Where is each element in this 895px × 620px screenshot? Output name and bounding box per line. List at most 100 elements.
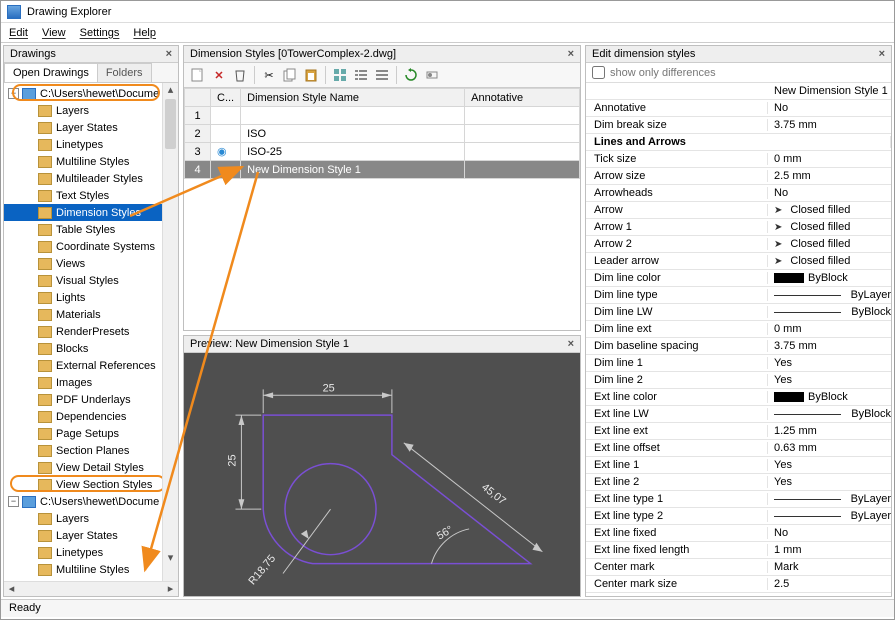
table-row[interactable]: 4New Dimension Style 1: [185, 161, 580, 179]
delete-icon[interactable]: ✕: [209, 65, 229, 85]
tab-open-drawings[interactable]: Open Drawings: [4, 63, 98, 82]
tree-item-section-planes[interactable]: Section Planes: [4, 442, 178, 459]
tree-item-blocks[interactable]: Blocks: [4, 340, 178, 357]
prop-value-cell[interactable]: ByLayer: [768, 493, 891, 505]
tree-item-visual-styles[interactable]: Visual Styles: [4, 272, 178, 289]
prop-value-cell[interactable]: Yes: [768, 476, 891, 488]
scroll-left-icon[interactable]: ◂: [4, 582, 19, 596]
tree-item-multileader-styles[interactable]: Multileader Styles: [4, 170, 178, 187]
tree-item-lights[interactable]: Lights: [4, 289, 178, 306]
tree-item-renderpresets[interactable]: RenderPresets: [4, 323, 178, 340]
paste-icon[interactable]: [301, 65, 321, 85]
tree-item-text-styles[interactable]: Text Styles: [4, 187, 178, 204]
view-list-icon[interactable]: [351, 65, 371, 85]
properties-list[interactable]: AnnotativeNoDim break size3.75 mmLines a…: [586, 100, 891, 596]
collapse-icon[interactable]: −: [8, 88, 19, 99]
view-icons-icon[interactable]: [330, 65, 350, 85]
close-icon[interactable]: ×: [568, 48, 574, 60]
tree-item-images[interactable]: Images: [4, 374, 178, 391]
prop-row[interactable]: Dim line typeByLayer: [586, 287, 891, 304]
tree-item-multiline-styles[interactable]: Multiline Styles: [4, 561, 178, 578]
menu-edit[interactable]: Edit: [9, 27, 28, 39]
tree-item-layer-states[interactable]: Layer States: [4, 527, 178, 544]
prop-value-cell[interactable]: ByBlock: [768, 391, 891, 403]
col-annotative[interactable]: Annotative: [465, 89, 580, 107]
scroll-right-icon[interactable]: ▸: [163, 582, 178, 596]
cut-icon[interactable]: ✂: [259, 65, 279, 85]
close-icon[interactable]: ×: [879, 48, 885, 60]
prop-value-cell[interactable]: 0.63 mm: [768, 442, 891, 454]
prop-value-cell[interactable]: Closed filled: [768, 204, 891, 216]
prop-row[interactable]: Dim line 1Yes: [586, 355, 891, 372]
cell-name[interactable]: ISO: [241, 125, 465, 143]
prop-value-cell[interactable]: 0 mm: [768, 323, 891, 335]
table-row[interactable]: 2ISO: [185, 125, 580, 143]
prop-row[interactable]: Dim line ext0 mm: [586, 321, 891, 338]
tree-item-pdf-underlays[interactable]: PDF Underlays: [4, 391, 178, 408]
tree-item-linetypes[interactable]: Linetypes: [4, 136, 178, 153]
show-diff-checkbox[interactable]: [592, 66, 605, 79]
col-rownum[interactable]: [185, 89, 211, 107]
prop-value-cell[interactable]: Closed filled: [768, 255, 891, 267]
prop-row[interactable]: Dim break size3.75 mm: [586, 117, 891, 134]
tab-folders[interactable]: Folders: [97, 63, 152, 82]
prop-row[interactable]: Ext line fixed length1 mm: [586, 542, 891, 559]
dimstyles-grid[interactable]: C... Dimension Style Name Annotative 12I…: [184, 88, 580, 179]
prop-row[interactable]: Dim line colorByBlock: [586, 270, 891, 287]
prop-value-cell[interactable]: No: [768, 527, 891, 539]
scroll-down-icon[interactable]: ▾: [163, 551, 178, 566]
prop-value-cell[interactable]: Yes: [768, 357, 891, 369]
prop-row[interactable]: Arrow 1Closed filled: [586, 219, 891, 236]
collapse-icon[interactable]: −: [8, 496, 19, 507]
prop-value-cell[interactable]: 3.75 mm: [768, 340, 891, 352]
prop-row[interactable]: Dim line LWByBlock: [586, 304, 891, 321]
view-details-icon[interactable]: [372, 65, 392, 85]
scroll-up-icon[interactable]: ▴: [163, 83, 178, 98]
prop-value-cell[interactable]: No: [768, 102, 891, 114]
menu-view[interactable]: View: [42, 27, 66, 39]
tree-item-multiline-styles[interactable]: Multiline Styles: [4, 153, 178, 170]
prop-row[interactable]: Center markMark: [586, 559, 891, 576]
prop-row[interactable]: ArrowheadsNo: [586, 185, 891, 202]
prop-value-cell[interactable]: Yes: [768, 459, 891, 471]
close-icon[interactable]: ×: [166, 48, 172, 60]
prop-row[interactable]: Center mark size2.5: [586, 576, 891, 593]
tree-item-view-detail-styles[interactable]: View Detail Styles: [4, 459, 178, 476]
tree-item-table-styles[interactable]: Table Styles: [4, 221, 178, 238]
drawings-tree[interactable]: ▴ ▾ −C:\Users\hewet\DocumeLayersLayer St…: [4, 83, 178, 581]
prop-value-cell[interactable]: ByLayer: [768, 510, 891, 522]
table-row[interactable]: 1: [185, 107, 580, 125]
prop-row[interactable]: Ext line type 1ByLayer: [586, 491, 891, 508]
prop-row[interactable]: Ext line LWByBlock: [586, 406, 891, 423]
prop-row[interactable]: AnnotativeNo: [586, 100, 891, 117]
refresh-icon[interactable]: [401, 65, 421, 85]
prop-value-cell[interactable]: ByBlock: [768, 272, 891, 284]
purge-icon[interactable]: [230, 65, 250, 85]
prop-row[interactable]: Arrow 2Closed filled: [586, 236, 891, 253]
prop-row[interactable]: Ext line colorByBlock: [586, 389, 891, 406]
tree-item-linetypes[interactable]: Linetypes: [4, 544, 178, 561]
tree-hscroll[interactable]: ◂ ▸: [4, 581, 178, 596]
prop-row[interactable]: Arrow size2.5 mm: [586, 168, 891, 185]
tree-item-view-section-styles[interactable]: View Section Styles: [4, 476, 178, 493]
prop-row[interactable]: Tick size0 mm: [586, 151, 891, 168]
prop-row[interactable]: Leader arrowClosed filled: [586, 253, 891, 270]
copy-icon[interactable]: [280, 65, 300, 85]
tree-item-page-setups[interactable]: Page Setups: [4, 425, 178, 442]
close-icon[interactable]: ×: [568, 338, 574, 350]
tree-item-materials[interactable]: Materials: [4, 306, 178, 323]
prop-value-cell[interactable]: 1.25 mm: [768, 425, 891, 437]
prop-value-cell[interactable]: 0 mm: [768, 153, 891, 165]
cell-name[interactable]: [241, 107, 465, 125]
prop-value-cell[interactable]: ByLayer: [768, 289, 891, 301]
prop-row[interactable]: Dim baseline spacing3.75 mm: [586, 338, 891, 355]
tree-vscroll[interactable]: ▴ ▾: [162, 83, 178, 581]
prop-value-cell[interactable]: 2.5: [768, 578, 891, 590]
cell-name[interactable]: New Dimension Style 1: [241, 161, 465, 179]
menu-help[interactable]: Help: [133, 27, 156, 39]
prop-row[interactable]: Ext line 2Yes: [586, 474, 891, 491]
prop-value-cell[interactable]: Closed filled: [768, 238, 891, 250]
prop-row[interactable]: ArrowClosed filled: [586, 202, 891, 219]
tree-root[interactable]: −C:\Users\hewet\Docume: [4, 493, 178, 510]
prop-row[interactable]: Dim line 2Yes: [586, 372, 891, 389]
